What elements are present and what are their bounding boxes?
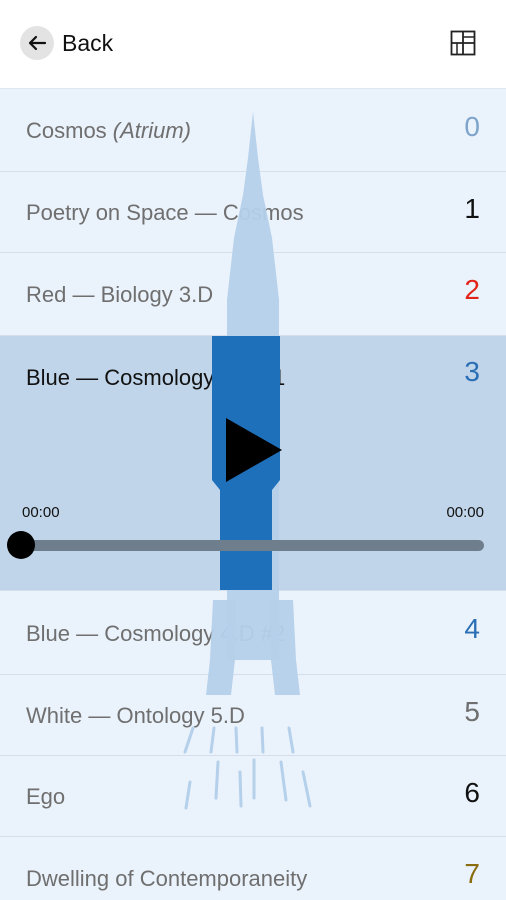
play-icon[interactable] — [224, 416, 284, 484]
arrow-left-icon — [20, 26, 54, 60]
track-number: 7 — [464, 858, 480, 889]
track-title-main: Cosmos — [26, 118, 113, 143]
track-title: Red — Biology 3.D — [26, 282, 214, 307]
track-row-4[interactable]: Blue — Cosmology 4.D #2 4 — [0, 591, 506, 675]
duration-time: 00:00 — [446, 504, 484, 521]
audio-player: 00:00 00:00 — [0, 336, 506, 590]
track-subtitle: (Atrium) — [112, 118, 192, 143]
track-title: Dwelling of Contemporaneity — [26, 866, 308, 891]
top-bar: Back — [0, 0, 506, 89]
track-row-2[interactable]: Red — Biology 3.D 2 — [0, 252, 506, 336]
progress-thumb[interactable] — [7, 531, 35, 559]
track-number: 2 — [464, 274, 480, 305]
back-button[interactable]: Back — [20, 24, 113, 62]
track-number: 4 — [464, 613, 480, 644]
track-row-1[interactable]: Poetry on Space — Cosmos 1 — [0, 171, 506, 253]
track-number: 5 — [464, 696, 480, 727]
layout-grid-icon[interactable] — [450, 30, 476, 56]
back-label: Back — [62, 29, 114, 56]
track-row-7[interactable]: Dwelling of Contemporaneity 7 — [0, 836, 506, 900]
progress-track[interactable] — [22, 540, 484, 551]
track-title: Blue — Cosmology 4.D #2 — [26, 621, 286, 646]
track-title: Cosmos (Atrium) — [26, 118, 191, 144]
track-title: White — Ontology 5.D — [26, 703, 245, 728]
track-row-6[interactable]: Ego 6 — [0, 755, 506, 837]
track-number: 6 — [464, 777, 480, 808]
track-title: Ego — [26, 784, 66, 809]
track-title: Poetry on Space — Cosmos — [26, 200, 304, 225]
track-row-5[interactable]: White — Ontology 5.D 5 — [0, 674, 506, 756]
track-number: 1 — [464, 193, 480, 224]
track-number: 0 — [464, 111, 480, 142]
elapsed-time: 00:00 — [22, 504, 60, 521]
track-row-0[interactable]: Cosmos (Atrium) 0 — [0, 89, 506, 172]
